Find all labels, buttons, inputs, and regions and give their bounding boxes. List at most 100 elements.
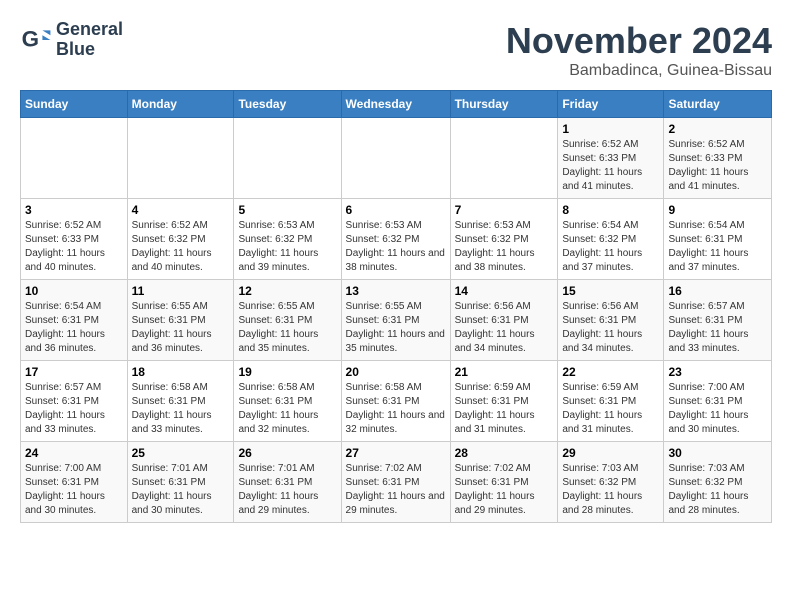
day-info: Sunrise: 6:52 AM Sunset: 6:32 PM Dayligh…	[132, 219, 230, 275]
calendar-cell: 29Sunrise: 7:03 AM Sunset: 6:32 PM Dayli…	[558, 442, 664, 523]
day-number: 23	[668, 365, 767, 379]
logo: G General Blue	[20, 20, 123, 60]
day-info: Sunrise: 6:57 AM Sunset: 6:31 PM Dayligh…	[25, 381, 123, 437]
weekday-header-monday: Monday	[127, 91, 234, 118]
calendar-cell: 16 Sunrise: 6:57 AM Sunset: 6:31 PM Dayli…	[664, 280, 772, 361]
calendar-cell: 5 Sunrise: 6:53 AM Sunset: 6:32 PM Daylig…	[234, 199, 341, 280]
calendar-cell: 19 Sunrise: 6:58 AM Sunset: 6:31 PM Dayli…	[234, 361, 341, 442]
month-title: November 2024	[506, 20, 772, 62]
weekday-header-wednesday: Wednesday	[341, 91, 450, 118]
calendar-cell: 27 Sunrise: 7:02 AM Sunset: 6:31 PM Dayli…	[341, 442, 450, 523]
calendar-cell: 24 Sunrise: 7:00 AM Sunset: 6:31 PM Dayli…	[21, 442, 128, 523]
day-info: Sunrise: 6:57 AM Sunset: 6:31 PM Dayligh…	[668, 300, 767, 356]
day-info: Sunrise: 6:54 AM Sunset: 6:32 PM Dayligh…	[562, 219, 659, 275]
weekday-header-tuesday: Tuesday	[234, 91, 341, 118]
day-number: 4	[132, 203, 230, 217]
calendar-cell	[21, 118, 128, 199]
calendar-cell: 14Sunrise: 6:56 AM Sunset: 6:31 PM Dayli…	[450, 280, 558, 361]
day-info: Sunrise: 6:59 AM Sunset: 6:31 PM Dayligh…	[562, 381, 659, 437]
calendar-cell: 7 Sunrise: 6:53 AM Sunset: 6:32 PM Daylig…	[450, 199, 558, 280]
logo-icon: G	[20, 24, 52, 56]
calendar-cell: 6 Sunrise: 6:53 AM Sunset: 6:32 PM Daylig…	[341, 199, 450, 280]
weekday-header-saturday: Saturday	[664, 91, 772, 118]
day-info: Sunrise: 6:55 AM Sunset: 6:31 PM Dayligh…	[238, 300, 336, 356]
week-row-2: 3 Sunrise: 6:52 AM Sunset: 6:33 PM Daylig…	[21, 199, 772, 280]
week-row-4: 17 Sunrise: 6:57 AM Sunset: 6:31 PM Dayli…	[21, 361, 772, 442]
day-info: Sunrise: 6:52 AM Sunset: 6:33 PM Dayligh…	[25, 219, 123, 275]
day-info: Sunrise: 7:01 AM Sunset: 6:31 PM Dayligh…	[132, 462, 230, 518]
calendar-cell: 17 Sunrise: 6:57 AM Sunset: 6:31 PM Dayli…	[21, 361, 128, 442]
calendar-cell: 13Sunrise: 6:55 AM Sunset: 6:31 PM Dayli…	[341, 280, 450, 361]
location-title: Bambadinca, Guinea-Bissau	[506, 62, 772, 80]
title-section: November 2024 Bambadinca, Guinea-Bissau	[506, 20, 772, 80]
calendar-cell: 10Sunrise: 6:54 AM Sunset: 6:31 PM Dayli…	[21, 280, 128, 361]
calendar-cell: 9Sunrise: 6:54 AM Sunset: 6:31 PM Daylig…	[664, 199, 772, 280]
day-info: Sunrise: 6:53 AM Sunset: 6:32 PM Dayligh…	[238, 219, 336, 275]
calendar-cell: 4 Sunrise: 6:52 AM Sunset: 6:32 PM Daylig…	[127, 199, 234, 280]
day-info: Sunrise: 6:53 AM Sunset: 6:32 PM Dayligh…	[455, 219, 554, 275]
svg-text:G: G	[22, 26, 39, 51]
day-number: 16	[668, 284, 767, 298]
day-number: 25	[132, 446, 230, 460]
day-info: Sunrise: 6:53 AM Sunset: 6:32 PM Dayligh…	[346, 219, 446, 275]
day-number: 8	[562, 203, 659, 217]
calendar-table: SundayMondayTuesdayWednesdayThursdayFrid…	[20, 90, 772, 523]
day-info: Sunrise: 7:01 AM Sunset: 6:31 PM Dayligh…	[238, 462, 336, 518]
calendar-cell: 25 Sunrise: 7:01 AM Sunset: 6:31 PM Dayli…	[127, 442, 234, 523]
day-info: Sunrise: 6:55 AM Sunset: 6:31 PM Dayligh…	[132, 300, 230, 356]
day-info: Sunrise: 7:03 AM Sunset: 6:32 PM Dayligh…	[668, 462, 767, 518]
week-row-3: 10Sunrise: 6:54 AM Sunset: 6:31 PM Dayli…	[21, 280, 772, 361]
day-number: 11	[132, 284, 230, 298]
day-info: Sunrise: 7:00 AM Sunset: 6:31 PM Dayligh…	[668, 381, 767, 437]
day-number: 6	[346, 203, 446, 217]
day-info: Sunrise: 6:52 AM Sunset: 6:33 PM Dayligh…	[562, 138, 659, 194]
calendar-cell	[450, 118, 558, 199]
calendar-cell	[234, 118, 341, 199]
day-info: Sunrise: 7:00 AM Sunset: 6:31 PM Dayligh…	[25, 462, 123, 518]
day-number: 14	[455, 284, 554, 298]
calendar-cell: 11 Sunrise: 6:55 AM Sunset: 6:31 PM Dayli…	[127, 280, 234, 361]
day-number: 12	[238, 284, 336, 298]
day-number: 2	[668, 122, 767, 136]
day-number: 27	[346, 446, 446, 460]
day-number: 20	[346, 365, 446, 379]
day-number: 24	[25, 446, 123, 460]
weekday-header-thursday: Thursday	[450, 91, 558, 118]
day-info: Sunrise: 7:03 AM Sunset: 6:32 PM Dayligh…	[562, 462, 659, 518]
calendar-cell: 12 Sunrise: 6:55 AM Sunset: 6:31 PM Dayli…	[234, 280, 341, 361]
calendar-cell: 18 Sunrise: 6:58 AM Sunset: 6:31 PM Dayli…	[127, 361, 234, 442]
day-info: Sunrise: 6:52 AM Sunset: 6:33 PM Dayligh…	[668, 138, 767, 194]
day-info: Sunrise: 6:54 AM Sunset: 6:31 PM Dayligh…	[25, 300, 123, 356]
calendar-cell: 20 Sunrise: 6:58 AM Sunset: 6:31 PM Dayli…	[341, 361, 450, 442]
day-info: Sunrise: 6:58 AM Sunset: 6:31 PM Dayligh…	[346, 381, 446, 437]
calendar-cell: 23 Sunrise: 7:00 AM Sunset: 6:31 PM Dayli…	[664, 361, 772, 442]
calendar-cell: 1Sunrise: 6:52 AM Sunset: 6:33 PM Daylig…	[558, 118, 664, 199]
day-info: Sunrise: 6:55 AM Sunset: 6:31 PM Dayligh…	[346, 300, 446, 356]
weekday-header-friday: Friday	[558, 91, 664, 118]
day-number: 5	[238, 203, 336, 217]
day-info: Sunrise: 6:58 AM Sunset: 6:31 PM Dayligh…	[238, 381, 336, 437]
day-number: 7	[455, 203, 554, 217]
day-number: 3	[25, 203, 123, 217]
day-info: Sunrise: 6:58 AM Sunset: 6:31 PM Dayligh…	[132, 381, 230, 437]
day-number: 19	[238, 365, 336, 379]
calendar-cell: 2 Sunrise: 6:52 AM Sunset: 6:33 PM Daylig…	[664, 118, 772, 199]
calendar-cell: 15Sunrise: 6:56 AM Sunset: 6:31 PM Dayli…	[558, 280, 664, 361]
day-number: 28	[455, 446, 554, 460]
day-info: Sunrise: 7:02 AM Sunset: 6:31 PM Dayligh…	[346, 462, 446, 518]
calendar-cell: 26 Sunrise: 7:01 AM Sunset: 6:31 PM Dayli…	[234, 442, 341, 523]
day-number: 26	[238, 446, 336, 460]
day-number: 17	[25, 365, 123, 379]
day-number: 22	[562, 365, 659, 379]
calendar-cell: 30Sunrise: 7:03 AM Sunset: 6:32 PM Dayli…	[664, 442, 772, 523]
calendar-cell: 21Sunrise: 6:59 AM Sunset: 6:31 PM Dayli…	[450, 361, 558, 442]
day-number: 9	[668, 203, 767, 217]
day-info: Sunrise: 6:56 AM Sunset: 6:31 PM Dayligh…	[562, 300, 659, 356]
calendar-cell: 28Sunrise: 7:02 AM Sunset: 6:31 PM Dayli…	[450, 442, 558, 523]
logo-line1: General	[56, 20, 123, 40]
day-number: 21	[455, 365, 554, 379]
day-number: 18	[132, 365, 230, 379]
calendar-cell	[127, 118, 234, 199]
logo-text: General Blue	[56, 20, 123, 60]
page-header: G General Blue November 2024 Bambadinca,…	[20, 20, 772, 80]
